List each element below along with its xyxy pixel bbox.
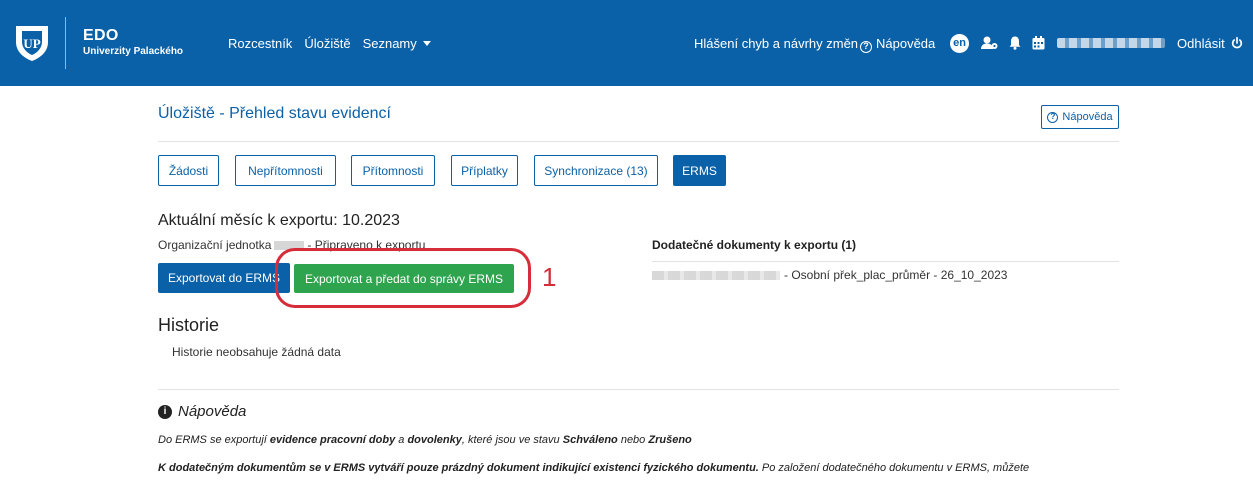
page-help-button[interactable]: ? Nápověda [1041,105,1119,129]
nav-seznamy[interactable]: Seznamy [363,36,431,51]
export-month-title: Aktuální měsíc k exportu: 10.2023 [158,212,400,229]
divider [158,141,1119,142]
brand-title[interactable]: EDO [83,27,119,45]
help-paragraph-1: Do ERMS se exportují evidence pracovní d… [158,434,692,446]
help-text: a [395,434,408,446]
bell-icon[interactable] [1009,36,1021,50]
main-nav: Rozcestník Úložiště Seznamy [228,36,431,51]
extra-doc-label: - Osobní přek_plac_průměr - 26_10_2023 [784,268,1008,282]
help-bold: evidence pracovní doby [269,434,396,446]
top-navbar: UP EDO Univerzity Palackého Rozcestník Ú… [0,0,1253,86]
help-text: Do ERMS se exportují [158,434,270,446]
help-section-title: i Nápověda [158,403,246,420]
page-title: Úložiště - Přehled stavu evidencí [158,105,391,122]
university-logo-icon[interactable]: UP [14,22,50,62]
help-title: Nápověda [178,403,247,420]
help-bold: Zrušeno [648,434,692,446]
divider [652,261,1119,262]
brand-subtitle: Univerzity Palackého [83,46,184,57]
help-text: Po založení dodatečného dokumentu v ERMS… [758,462,1030,474]
nav-rozcestnik[interactable]: Rozcestník [228,36,292,51]
tab-zadosti[interactable]: Žádosti [158,155,219,186]
extra-docs-title: Dodatečné dokumenty k exportu (1) [652,238,857,252]
help-link-label: Nápověda [876,36,936,51]
user-settings-icon[interactable] [981,36,998,50]
highlight-callout [275,248,531,308]
tab-pritomnosti[interactable]: Přítomnosti [351,155,435,186]
history-empty-text: Historie neobsahuje žádná data [172,345,341,359]
logo-divider [65,17,66,69]
divider [158,389,1119,390]
svg-text:UP: UP [23,36,40,51]
language-toggle[interactable]: en [950,34,969,53]
calendar-icon[interactable] [1032,36,1045,50]
help-paragraph-2: K dodatečným dokumentům se v ERMS vytvář… [158,462,1029,474]
tab-erms[interactable]: ERMS [673,155,726,186]
extra-doc-row: - Osobní přek_plac_průměr - 26_10_2023 [652,268,1007,282]
page-help-label: Nápověda [1062,111,1113,123]
callout-number: 1 [542,262,557,292]
org-unit-prefix: Organizační jednotka [158,238,272,252]
nav-seznamy-label: Seznamy [362,36,417,51]
logout-link[interactable]: Odhlásit [1177,36,1243,51]
help-text: nebo [617,434,649,446]
report-link[interactable]: Hlášení chyb a návrhy změn [694,36,858,51]
question-icon: ? [860,41,872,53]
tab-priplatky[interactable]: Příplatky [451,155,518,186]
logout-label: Odhlásit [1177,36,1225,51]
caret-down-icon [422,41,431,46]
power-icon [1232,36,1243,49]
help-bold: Schváleno [562,434,618,446]
tab-synchronizace[interactable]: Synchronizace (13) [534,155,658,186]
redacted-doc-owner [652,271,780,280]
history-title: Historie [158,315,220,335]
export-erms-button[interactable]: Exportovat do ERMS [158,263,290,293]
question-icon: ? [1047,111,1059,123]
help-bold: K dodatečným dokumentům se v ERMS vytvář… [158,462,759,474]
help-bold: dovolenky [407,434,462,446]
info-icon: i [158,404,172,419]
nav-uloziste[interactable]: Úložiště [304,36,350,51]
tab-nepritomnosti[interactable]: Nepřítomnosti [235,155,336,186]
redacted-username [1057,38,1165,48]
help-text: , které jsou ve stavu [461,434,563,446]
help-link[interactable]: ? Nápověda [860,36,935,53]
